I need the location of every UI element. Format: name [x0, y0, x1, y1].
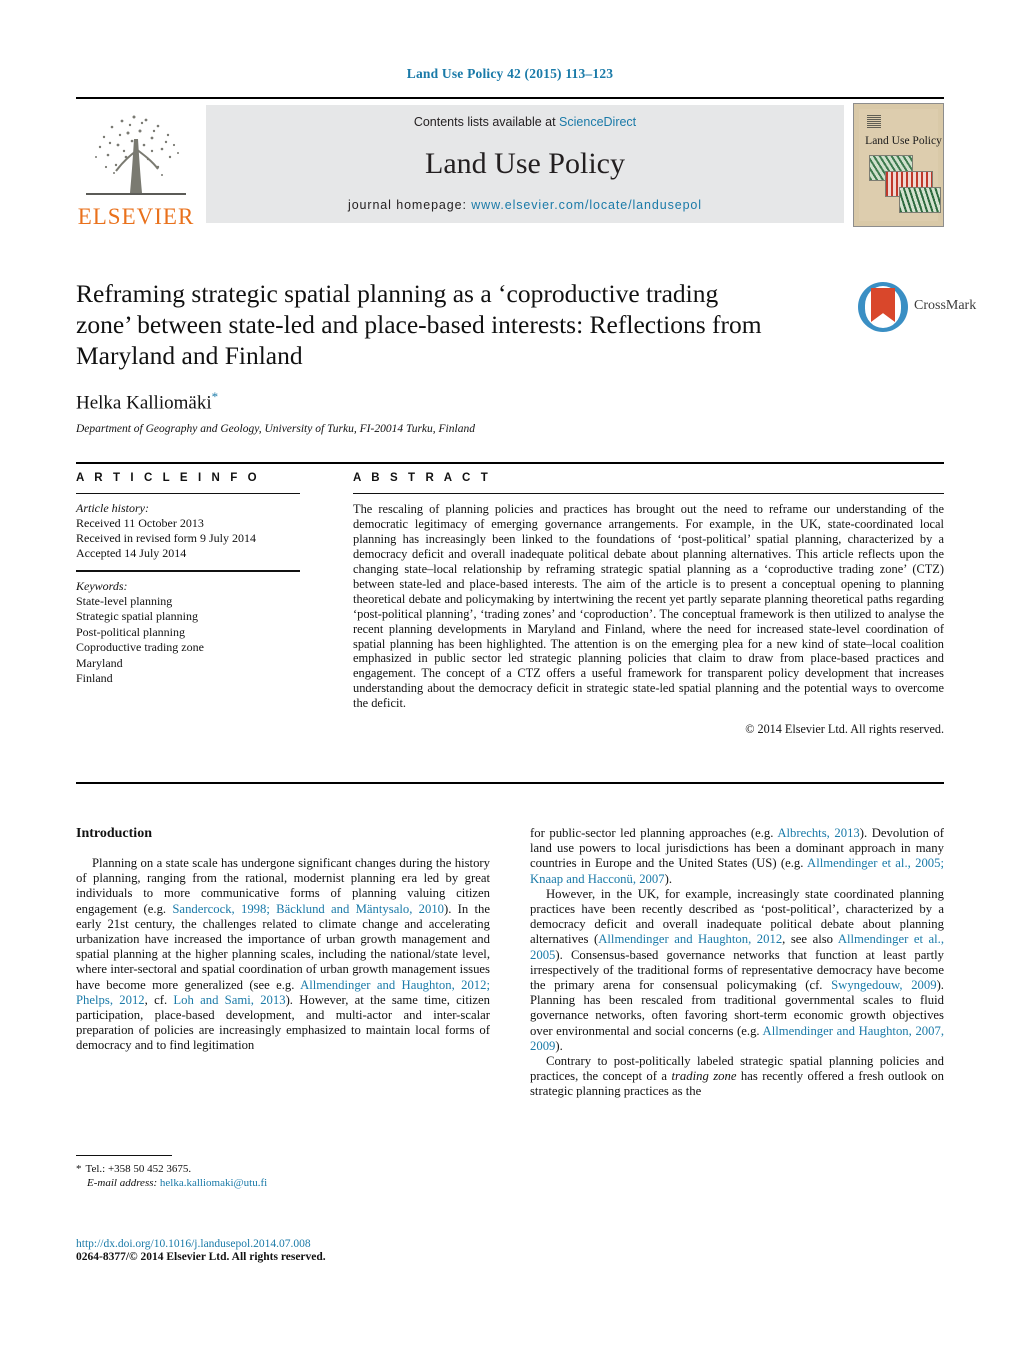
masthead-banner: Contents lists available at ScienceDirec… — [206, 105, 844, 223]
sciencedirect-link[interactable]: ScienceDirect — [559, 115, 636, 129]
author-footnote-marker[interactable]: * — [212, 389, 219, 404]
keyword-item: Finland — [76, 671, 113, 686]
citation-link[interactable]: Sandercock, 1998; Bäcklund and Mäntysalo… — [172, 902, 444, 916]
citation-link[interactable]: Albrechts, 2013 — [777, 826, 859, 840]
article-info-heading: A R T I C L E I N F O — [76, 472, 261, 484]
footnote-tel: Tel.: +358 50 452 3675. — [85, 1163, 192, 1176]
keyword-item: State-level planning — [76, 593, 173, 608]
journal-article-page: Land Use Policy 42 (2015) 113–123 ELSEVI… — [0, 0, 1020, 1351]
footnote-marker: * — [76, 1163, 82, 1176]
citation-link[interactable]: Loh and Sami, 2013 — [173, 993, 285, 1007]
keywords-block: Keywords: State-level planning Strategic… — [76, 579, 308, 687]
cover-publisher-mark-icon — [867, 115, 881, 128]
body-text: , see also — [782, 932, 838, 947]
corresponding-author-footnote: * Tel.: +358 50 452 3675. E-mail address:… — [76, 1162, 490, 1190]
article-title: Reframing strategic spatial planning as … — [76, 279, 762, 370]
emphasis-text: trading zone — [671, 1069, 737, 1084]
masthead-top-rule — [76, 97, 944, 99]
paragraph: for public-sector led planning approache… — [530, 826, 944, 887]
cover-background: Land Use Policy — [859, 109, 942, 221]
journal-masthead: ELSEVIER Contents lists available at Sci… — [76, 97, 944, 230]
keyword-item: Maryland — [76, 655, 123, 670]
journal-title: Land Use Policy — [425, 147, 625, 180]
body-text: ). — [664, 871, 672, 886]
info-rule-1 — [76, 493, 300, 495]
paragraph: However, in the UK, for example, increas… — [530, 887, 944, 1054]
keyword-item: Coproductive trading zone — [76, 640, 204, 655]
footnote-block: * Tel.: +358 50 452 3675. E-mail address:… — [76, 1155, 490, 1190]
band-bottom-rule — [76, 782, 944, 784]
history-item: Received in revised form 9 July 2014 — [76, 531, 256, 546]
history-item: Accepted 14 July 2014 — [76, 546, 187, 561]
email-link[interactable]: helka.kalliomaki@utu.fi — [160, 1177, 267, 1189]
author-line: Helka Kalliomäki* — [76, 389, 944, 414]
author-name: Helka Kalliomäki — [76, 392, 212, 414]
keywords-label: Keywords: — [76, 578, 128, 593]
paragraph: Contrary to post-politically labeled str… — [530, 1054, 944, 1100]
homepage-url-link[interactable]: www.elsevier.com/locate/landusepol — [471, 198, 702, 212]
elsevier-wordmark: ELSEVIER — [77, 204, 195, 229]
keyword-item: Strategic spatial planning — [76, 609, 198, 624]
tree-illustration — [86, 115, 186, 195]
email-label: E-mail address: — [87, 1177, 158, 1190]
abstract-column: A B S T R A C T The rescaling of plannin… — [353, 472, 944, 737]
article-history-label: Article history: — [76, 501, 149, 516]
body-text: , cf. — [144, 992, 174, 1007]
article-title-block: Reframing strategic spatial planning as … — [76, 278, 976, 436]
body-column-right: for public-sector led planning approache… — [530, 826, 944, 1100]
body-column-left: Introduction Planning on a state scale h… — [76, 826, 490, 1054]
article-history: Article history: Received 11 October 201… — [76, 501, 308, 561]
cover-title: Land Use Policy — [865, 135, 942, 147]
history-item: Received 11 October 2013 — [76, 516, 204, 531]
running-head: Land Use Policy 42 (2015) 113–123 — [406, 66, 614, 81]
abstract-copyright: © 2014 Elsevier Ltd. All rights reserved… — [745, 722, 944, 737]
paragraph: Planning on a state scale has undergone … — [76, 856, 490, 1054]
contents-label: Contents lists available at — [413, 115, 560, 129]
body-text: for public-sector led planning approache… — [530, 826, 778, 840]
journal-homepage-line: journal homepage: www.elsevier.com/locat… — [206, 198, 844, 212]
doi-link[interactable]: http://dx.doi.org/10.1016/j.landusepol.2… — [76, 1238, 546, 1250]
article-info-column: A R T I C L E I N F O Article history: R… — [76, 472, 308, 687]
crossmark-label: CrossMark — [914, 298, 977, 313]
keyword-item: Post-political planning — [76, 624, 185, 639]
homepage-label: journal homepage: — [348, 198, 472, 212]
info-rule-2 — [76, 570, 300, 572]
abstract-rule — [353, 493, 944, 495]
abstract-text: The rescaling of planning policies and p… — [353, 502, 944, 711]
citation-link[interactable]: Allmendinger and Haughton, 2012 — [598, 932, 782, 946]
band-top-rule — [76, 462, 944, 464]
journal-cover-thumbnail[interactable]: Land Use Policy — [853, 103, 944, 227]
footer-identifiers: http://dx.doi.org/10.1016/j.landusepol.2… — [76, 1238, 546, 1263]
footnote-rule — [76, 1155, 172, 1157]
author-affiliation: Department of Geography and Geology, Uni… — [76, 423, 475, 436]
contents-line: Contents lists available at ScienceDirec… — [206, 115, 844, 129]
elsevier-tree-icon — [82, 105, 190, 201]
body-text: ). — [555, 1038, 563, 1053]
section-heading-introduction: Introduction — [76, 826, 152, 841]
elsevier-logo: ELSEVIER — [76, 105, 196, 230]
abstract-heading: A B S T R A C T — [353, 472, 492, 484]
crossmark-badge[interactable]: CrossMark — [858, 282, 976, 334]
cover-image-green-bottom — [899, 187, 941, 213]
issn-copyright: 0264-8377/© 2014 Elsevier Ltd. All right… — [76, 1251, 326, 1263]
citation-link[interactable]: Swyngedouw, 2009 — [831, 978, 936, 992]
